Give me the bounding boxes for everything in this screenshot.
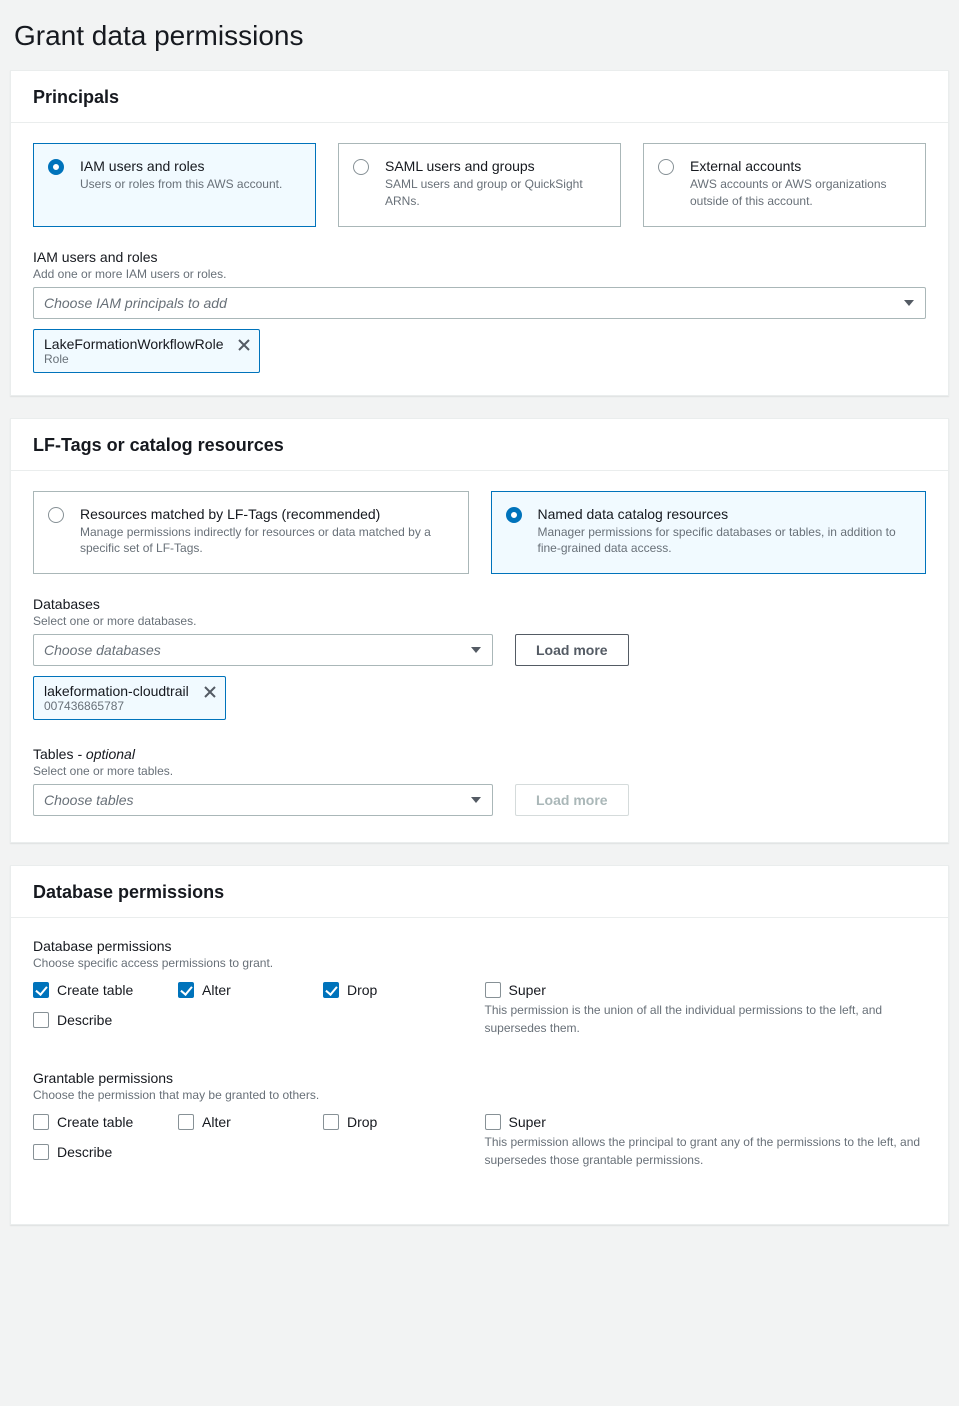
radio-icon: [658, 159, 674, 175]
lftags-heading: LF-Tags or catalog resources: [33, 435, 926, 456]
permission-checkbox-create-table[interactable]: Create table: [33, 1114, 138, 1130]
perm-group-hint: Choose specific access permissions to gr…: [33, 956, 926, 970]
permission-checkbox-super[interactable]: Super: [485, 1114, 927, 1130]
databases-select[interactable]: Choose databases: [33, 634, 493, 666]
checkbox-label: Alter: [202, 982, 231, 998]
perm-group-title: Grantable permissions: [33, 1070, 926, 1086]
principal-option-saml[interactable]: SAML users and groups SAML users and gro…: [338, 143, 621, 227]
super-permission-desc: This permission is the union of all the …: [485, 1002, 927, 1037]
database-token: lakeformation-cloudtrail 007436865787: [33, 676, 226, 720]
radio-icon: [353, 159, 369, 175]
databases-section: Databases Select one or more databases. …: [33, 596, 926, 720]
databases-label: Databases: [33, 596, 926, 612]
dbperms-panel: Database permissions Database permission…: [10, 865, 949, 1225]
checkbox-icon: [485, 1114, 501, 1130]
principals-panel: Principals IAM users and roles Users or …: [10, 70, 949, 396]
checkbox-label: Super: [509, 1114, 546, 1130]
permission-checkbox-alter[interactable]: Alter: [178, 982, 283, 998]
tables-load-more-button[interactable]: Load more: [515, 784, 629, 816]
principal-option-external[interactable]: External accounts AWS accounts or AWS or…: [643, 143, 926, 227]
checkbox-icon: [323, 1114, 339, 1130]
tables-section: Tables - optional Select one or more tab…: [33, 746, 926, 816]
permission-checkbox-drop[interactable]: Drop: [323, 982, 428, 998]
checkbox-icon: [178, 982, 194, 998]
checkbox-label: Describe: [57, 1012, 112, 1028]
resource-mode-radios: Resources matched by LF-Tags (recommende…: [33, 491, 926, 575]
database-permissions-group: Database permissions Choose specific acce…: [33, 938, 926, 1042]
checkbox-label: Create table: [57, 982, 133, 998]
checkbox-label: Create table: [57, 1114, 133, 1130]
grantable-permissions-group: Grantable permissions Choose the permissi…: [33, 1070, 926, 1174]
principal-type-radios: IAM users and roles Users or roles from …: [33, 143, 926, 227]
checkbox-label: Describe: [57, 1144, 112, 1160]
checkbox-icon: [33, 1012, 49, 1028]
checkbox-icon: [323, 982, 339, 998]
checkbox-label: Alter: [202, 1114, 231, 1130]
resource-option-lftags[interactable]: Resources matched by LF-Tags (recommende…: [33, 491, 469, 575]
iam-principal-token: LakeFormationWorkflowRole Role: [33, 329, 260, 373]
checkbox-icon: [33, 982, 49, 998]
checkbox-icon: [485, 982, 501, 998]
databases-hint: Select one or more databases.: [33, 614, 926, 628]
tables-label: Tables - optional: [33, 746, 926, 762]
caret-down-icon: [470, 644, 482, 656]
caret-down-icon: [903, 297, 915, 309]
perm-group-title: Database permissions: [33, 938, 926, 954]
databases-load-more-button[interactable]: Load more: [515, 634, 629, 666]
radio-icon: [48, 159, 64, 175]
super-permission-desc: This permission allows the principal to …: [485, 1134, 927, 1169]
permission-checkbox-alter[interactable]: Alter: [178, 1114, 283, 1130]
radio-icon: [48, 507, 64, 523]
checkbox-label: Super: [509, 982, 546, 998]
iam-field-label: IAM users and roles: [33, 249, 926, 265]
checkbox-icon: [178, 1114, 194, 1130]
checkbox-label: Drop: [347, 1114, 377, 1130]
radio-icon: [506, 507, 522, 523]
resource-option-named[interactable]: Named data catalog resources Manager per…: [491, 491, 927, 575]
remove-token-icon[interactable]: [203, 685, 217, 699]
checkbox-icon: [33, 1144, 49, 1160]
tables-select[interactable]: Choose tables: [33, 784, 493, 816]
principal-option-iam[interactable]: IAM users and roles Users or roles from …: [33, 143, 316, 227]
iam-field-hint: Add one or more IAM users or roles.: [33, 267, 926, 281]
dbperms-heading: Database permissions: [33, 882, 926, 903]
permission-checkbox-describe[interactable]: Describe: [33, 1144, 138, 1160]
checkbox-label: Drop: [347, 982, 377, 998]
lftags-panel: LF-Tags or catalog resources Resources m…: [10, 418, 949, 844]
checkbox-icon: [33, 1114, 49, 1130]
perm-group-hint: Choose the permission that may be grante…: [33, 1088, 926, 1102]
iam-principals-select[interactable]: Choose IAM principals to add: [33, 287, 926, 319]
permission-checkbox-create-table[interactable]: Create table: [33, 982, 138, 998]
principals-heading: Principals: [33, 87, 926, 108]
permission-checkbox-describe[interactable]: Describe: [33, 1012, 138, 1028]
page-title: Grant data permissions: [14, 20, 945, 52]
permission-checkbox-drop[interactable]: Drop: [323, 1114, 428, 1130]
permission-checkbox-super[interactable]: Super: [485, 982, 927, 998]
tables-hint: Select one or more tables.: [33, 764, 926, 778]
remove-token-icon[interactable]: [237, 338, 251, 352]
caret-down-icon: [470, 794, 482, 806]
